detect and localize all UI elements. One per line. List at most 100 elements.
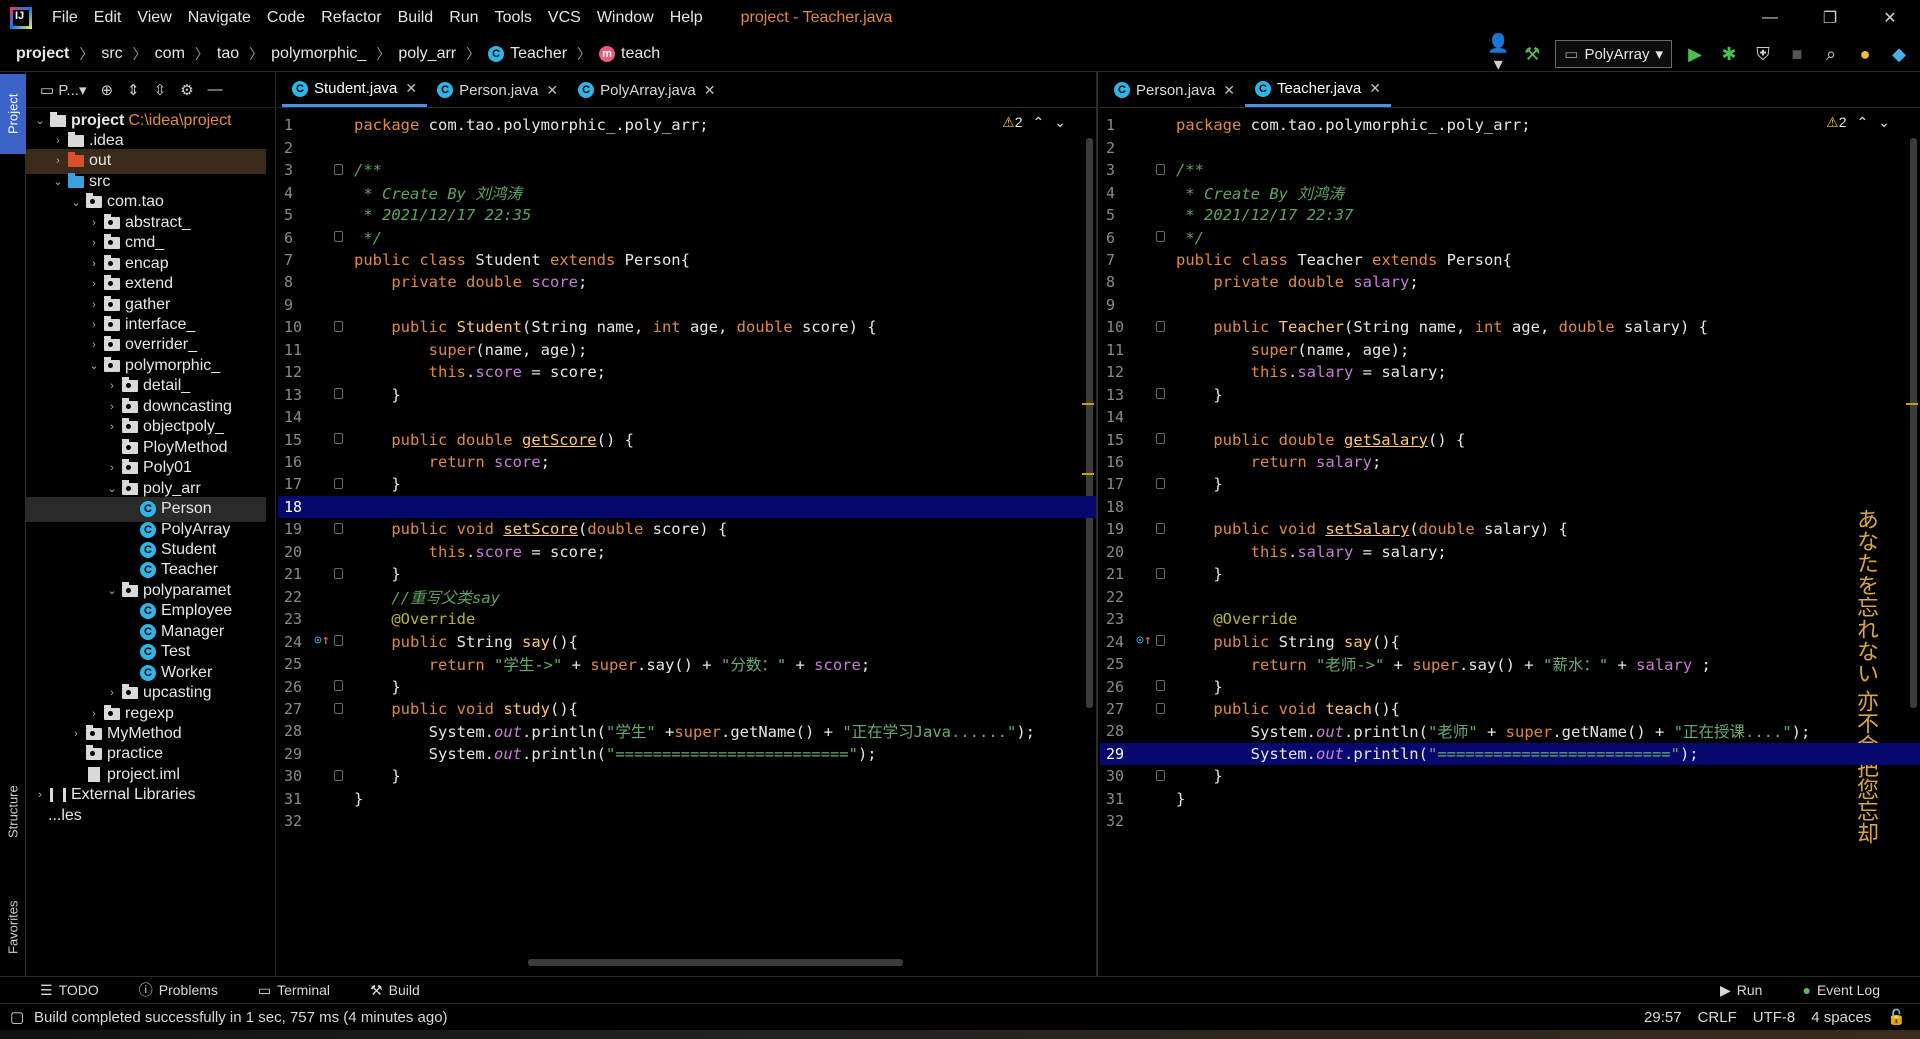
override-icon[interactable]: ⊙↑ <box>1136 633 1152 648</box>
build-tool-button[interactable]: ⚒ Build <box>370 982 420 999</box>
fold-marker-icon[interactable] <box>334 478 343 490</box>
code-line[interactable]: 27 public void study(){ <box>278 698 1096 721</box>
chevron-down-icon[interactable]: ⌄ <box>86 359 102 372</box>
code-line[interactable]: 24 ⊙↑ public String say(){ <box>278 630 1096 653</box>
editor-tab[interactable]: C Teacher.java ✕ <box>1244 73 1391 107</box>
todo-tool-button[interactable]: ☰ TODO <box>40 982 99 999</box>
terminal-tool-button[interactable]: ▭ Terminal <box>258 982 330 999</box>
stop-icon[interactable]: ■ <box>1786 44 1808 65</box>
editor-tab[interactable]: C Student.java ✕ <box>282 73 428 107</box>
code-line[interactable]: 6 */ <box>1100 226 1920 249</box>
menu-help[interactable]: Help <box>662 9 711 27</box>
code-line[interactable]: 9 <box>278 294 1096 317</box>
fold-marker-icon[interactable] <box>1156 702 1165 714</box>
right-code-area[interactable]: ⚠2 ⌃ ⌄ 亦不会把您忘却 あなたを忘れない 1 package com.tao.p… <box>1100 108 1920 976</box>
code-line[interactable]: 18 <box>1100 496 1920 519</box>
run-config-select[interactable]: ▭ PolyArray ▾ <box>1555 40 1672 68</box>
breadcrumb-item[interactable]: src <box>93 45 124 63</box>
project-view-selector[interactable]: ▭ P...▾ <box>40 81 86 99</box>
breadcrumb-item[interactable]: polymorphic_ <box>263 45 368 63</box>
code-line[interactable]: 23 @Override <box>1100 608 1920 631</box>
code-line[interactable]: 21 } <box>278 563 1096 586</box>
locate-icon[interactable]: ⊕ <box>100 81 113 99</box>
code-line[interactable]: 28 System.out.println("学生" +super.getNam… <box>278 720 1096 743</box>
fold-marker-icon[interactable] <box>1156 321 1165 333</box>
hide-icon[interactable]: — <box>208 81 223 98</box>
code-line[interactable]: 32 <box>1100 810 1920 833</box>
code-line[interactable]: 4 * Create By 刘鸿涛 <box>278 181 1096 204</box>
fold-marker-icon[interactable] <box>1156 478 1165 490</box>
fold-marker-icon[interactable] <box>334 568 343 579</box>
gear-icon[interactable]: ⚙ <box>180 81 193 99</box>
breadcrumb-item[interactable]: com <box>147 45 187 63</box>
chevron-down-icon[interactable]: ⌄ <box>68 196 84 209</box>
account-icon[interactable]: 👤▾ <box>1487 33 1509 75</box>
code-line[interactable]: 26 } <box>1100 675 1920 698</box>
chevron-right-icon[interactable]: › <box>68 728 84 740</box>
code-line[interactable]: 16 return score; <box>278 451 1096 474</box>
editor-tab[interactable]: C Person.java ✕ <box>1104 73 1245 107</box>
code-line[interactable]: 19 public void setScore(double score) { <box>278 518 1096 541</box>
code-line[interactable]: 2 <box>278 136 1096 159</box>
fold-marker-icon[interactable] <box>334 635 343 647</box>
code-line[interactable]: 15 public double getScore() { <box>278 428 1096 451</box>
debug-icon[interactable]: ✱ <box>1718 44 1740 65</box>
line-separator[interactable]: CRLF <box>1698 1009 1737 1026</box>
tree-item--les[interactable]: ...les <box>26 803 266 828</box>
fold-marker-icon[interactable] <box>334 770 343 782</box>
code-line[interactable]: 17 } <box>1100 473 1920 496</box>
menu-navigate[interactable]: Navigate <box>180 9 259 27</box>
fold-marker-icon[interactable] <box>334 163 343 175</box>
code-line[interactable]: 30 } <box>278 765 1096 788</box>
chevron-right-icon[interactable]: › <box>104 687 120 699</box>
code-line[interactable]: 16 return salary; <box>1100 451 1920 474</box>
code-line[interactable]: 32 <box>278 810 1096 833</box>
event-log-button[interactable]: ● Event Log <box>1802 982 1880 999</box>
code-line[interactable]: 8 private double score; <box>278 271 1096 294</box>
collapse-all-icon[interactable]: ⇳ <box>154 81 167 99</box>
project-tool-tab[interactable]: Project <box>0 74 26 154</box>
chevron-right-icon[interactable]: › <box>86 237 102 249</box>
code-line[interactable]: 14 <box>1100 406 1920 429</box>
close-tab-icon[interactable]: ✕ <box>704 82 716 99</box>
code-line[interactable]: 12 this.salary = salary; <box>1100 361 1920 384</box>
chevron-right-icon[interactable]: › <box>50 155 66 167</box>
editor-tab[interactable]: C Person.java ✕ <box>427 73 568 107</box>
code-line[interactable]: 18 <box>278 495 1096 519</box>
chevron-right-icon[interactable]: › <box>86 217 102 229</box>
chevron-right-icon[interactable]: › <box>86 278 102 290</box>
indent-setting[interactable]: 4 spaces <box>1811 1009 1871 1026</box>
code-line[interactable]: 24 ⊙↑ public String say(){ <box>1100 630 1920 653</box>
code-line[interactable]: 31} <box>278 788 1096 811</box>
code-line[interactable]: 11 super(name, age); <box>278 339 1096 362</box>
fold-marker-icon[interactable] <box>1156 163 1165 175</box>
problems-tool-button[interactable]: ⓘ Problems <box>139 980 218 1000</box>
breadcrumb-item[interactable]: C Teacher <box>480 45 569 63</box>
code-line[interactable]: 23 @Override <box>278 608 1096 631</box>
fold-marker-icon[interactable] <box>1156 523 1165 535</box>
restore-icon[interactable]: ❐ <box>1800 0 1860 36</box>
search-icon[interactable]: ⌕ <box>1820 44 1842 65</box>
code-line[interactable]: 13 } <box>278 383 1096 406</box>
code-line[interactable]: 1 package com.tao.polymorphic_.poly_arr; <box>278 114 1096 137</box>
menu-refactor[interactable]: Refactor <box>313 9 389 27</box>
code-line[interactable]: 20 this.score = score; <box>278 541 1096 564</box>
left-code-area[interactable]: ⚠2 ⌃ ⌄ 1 package com.tao.polymorphic_.poly_… <box>278 108 1096 976</box>
chevron-right-icon[interactable]: › <box>86 319 102 331</box>
close-tab-icon[interactable]: ✕ <box>1369 80 1381 97</box>
code-line[interactable]: 3 /** <box>278 159 1096 182</box>
chevron-right-icon[interactable]: › <box>32 789 48 801</box>
chevron-right-icon[interactable]: › <box>104 462 120 474</box>
code-line[interactable]: 2 <box>1100 136 1920 159</box>
status-panel-icon[interactable]: ▢ <box>10 1008 24 1026</box>
breadcrumb-item[interactable]: poly_arr <box>390 45 458 63</box>
code-line[interactable]: 20 this.salary = salary; <box>1100 541 1920 564</box>
close-tab-icon[interactable]: ✕ <box>1223 82 1235 99</box>
menu-build[interactable]: Build <box>390 9 442 27</box>
editor-tab[interactable]: C PolyArray.java ✕ <box>568 73 725 107</box>
code-line[interactable]: 3 /** <box>1100 159 1920 182</box>
lock-icon[interactable]: 🔓 <box>1887 1008 1906 1026</box>
breadcrumb-item[interactable]: project <box>0 45 71 63</box>
code-line[interactable]: 17 } <box>278 473 1096 496</box>
code-line[interactable]: 15 public double getSalary() { <box>1100 428 1920 451</box>
